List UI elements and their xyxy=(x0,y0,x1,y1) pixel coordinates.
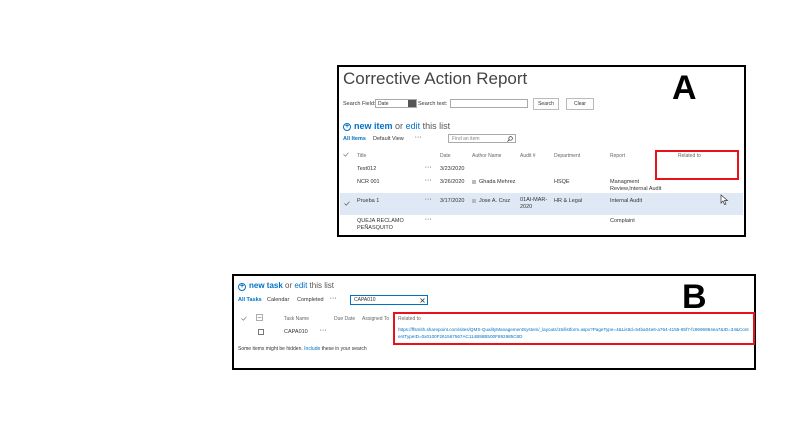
row-author[interactable]: Ghada Mehrez xyxy=(479,179,515,185)
column-department[interactable]: Department xyxy=(554,153,580,159)
row-menu-button[interactable]: ··· xyxy=(320,328,327,334)
this-list-text: this list xyxy=(309,281,334,290)
row-menu-button[interactable]: ··· xyxy=(425,197,432,203)
hidden-note-prefix: Some items might be hidden. xyxy=(238,346,303,352)
new-task-command: new task or edit this list xyxy=(249,281,334,290)
find-item-placeholder: Find an item xyxy=(452,136,480,142)
mouse-cursor-icon xyxy=(720,194,729,205)
corrective-action-report-panel: Corrective Action Report A Search Field:… xyxy=(337,65,746,237)
attachment-icon[interactable] xyxy=(256,314,263,321)
view-completed[interactable]: Completed xyxy=(297,297,324,303)
checkmark-icon[interactable] xyxy=(344,201,350,206)
close-icon[interactable] xyxy=(420,298,425,303)
search-field-value: Date xyxy=(378,101,389,107)
checkmark-icon[interactable] xyxy=(343,152,349,157)
row-audit-number: 01AI-MAR-2020 xyxy=(520,197,548,210)
hidden-note-suffix: these in your search xyxy=(321,346,367,352)
row-checkbox[interactable] xyxy=(258,329,264,335)
or-text: or xyxy=(285,281,293,290)
row-title[interactable]: QUEJA RECLAMO PEÑASQUITO xyxy=(357,218,417,232)
row-date: 3/26/2020 xyxy=(440,179,465,185)
row-report: Internal Audit xyxy=(610,198,643,204)
search-field-label: Search Field: xyxy=(343,101,376,107)
new-item-command: new item or edit this list xyxy=(354,121,450,131)
more-views-button[interactable]: ··· xyxy=(330,296,337,302)
this-list-text: this list xyxy=(422,121,451,131)
search-button[interactable]: Search xyxy=(533,98,559,110)
row-title[interactable]: NCR 001 xyxy=(357,179,380,185)
hidden-items-note: Some items might be hidden. Include thes… xyxy=(238,346,367,352)
row-title[interactable]: Test012 xyxy=(357,166,376,172)
column-audit-number[interactable]: Audit # xyxy=(520,153,536,159)
column-assigned-to[interactable]: Assigned To xyxy=(362,316,389,322)
new-task-link[interactable]: new task xyxy=(249,281,283,290)
view-calendar[interactable]: Calendar xyxy=(267,297,289,303)
tasks-list-panel: B + new task or edit this list All Tasks… xyxy=(232,274,756,370)
task-search-input[interactable]: CAPA010 xyxy=(350,295,428,305)
panel-label-b: B xyxy=(682,278,707,316)
row-report: Complaint xyxy=(610,218,635,224)
dropdown-arrow-icon[interactable] xyxy=(408,100,416,111)
edit-list-link[interactable]: edit xyxy=(294,281,307,290)
clear-button[interactable]: Clear xyxy=(566,98,594,110)
row-department: HR & Legal xyxy=(554,198,583,204)
task-search-value: CAPA010 xyxy=(354,297,376,303)
view-all-items[interactable]: All Items xyxy=(343,136,366,142)
new-item-link[interactable]: new item xyxy=(354,121,393,131)
or-text: or xyxy=(395,121,404,131)
row-title[interactable]: Prueba 1 xyxy=(357,198,379,204)
related-to-link[interactable]: https://ffsmith.sharepoint.com/sites/QMS… xyxy=(398,326,750,340)
search-field-select[interactable]: Date xyxy=(375,99,417,111)
row-date: 3/17/2020 xyxy=(440,198,465,204)
related-to-highlight xyxy=(655,150,739,180)
row-author[interactable]: Jose A. Cruz xyxy=(479,198,510,204)
include-link[interactable]: Include xyxy=(304,346,320,352)
task-name[interactable]: CAPA010 xyxy=(284,329,308,335)
more-views-button[interactable]: ··· xyxy=(415,135,422,141)
row-report: Managment Review,Internal Audit xyxy=(610,179,662,192)
column-report[interactable]: Report xyxy=(610,153,625,159)
column-title[interactable]: Title xyxy=(357,153,366,159)
search-text-input[interactable] xyxy=(450,99,528,108)
row-menu-button[interactable]: ··· xyxy=(425,217,432,223)
column-due-date[interactable]: Due Date xyxy=(334,316,355,322)
person-presence-icon xyxy=(472,199,476,203)
plus-circle-icon[interactable]: + xyxy=(238,283,246,291)
page-title: Corrective Action Report xyxy=(343,69,528,88)
row-menu-button[interactable]: ··· xyxy=(425,165,432,171)
column-date[interactable]: Date xyxy=(440,153,451,159)
row-department: HSQE xyxy=(554,179,570,185)
search-icon[interactable] xyxy=(507,136,513,142)
column-author-name[interactable]: Author Name xyxy=(472,153,501,159)
panel-label-a: A xyxy=(672,69,697,107)
column-task-name[interactable]: Task Name xyxy=(284,316,309,322)
edit-list-link[interactable]: edit xyxy=(406,121,421,131)
person-presence-icon xyxy=(472,180,476,184)
view-default[interactable]: Default View xyxy=(373,136,404,142)
find-item-input[interactable]: Find an item xyxy=(448,134,516,143)
row-date: 3/23/2020 xyxy=(440,166,465,172)
row-menu-button[interactable]: ··· xyxy=(425,178,432,184)
plus-circle-icon[interactable]: + xyxy=(343,123,351,131)
search-text-label: Search text: xyxy=(418,101,448,107)
view-all-tasks[interactable]: All Tasks xyxy=(238,297,262,303)
checkmark-icon[interactable] xyxy=(241,316,247,321)
